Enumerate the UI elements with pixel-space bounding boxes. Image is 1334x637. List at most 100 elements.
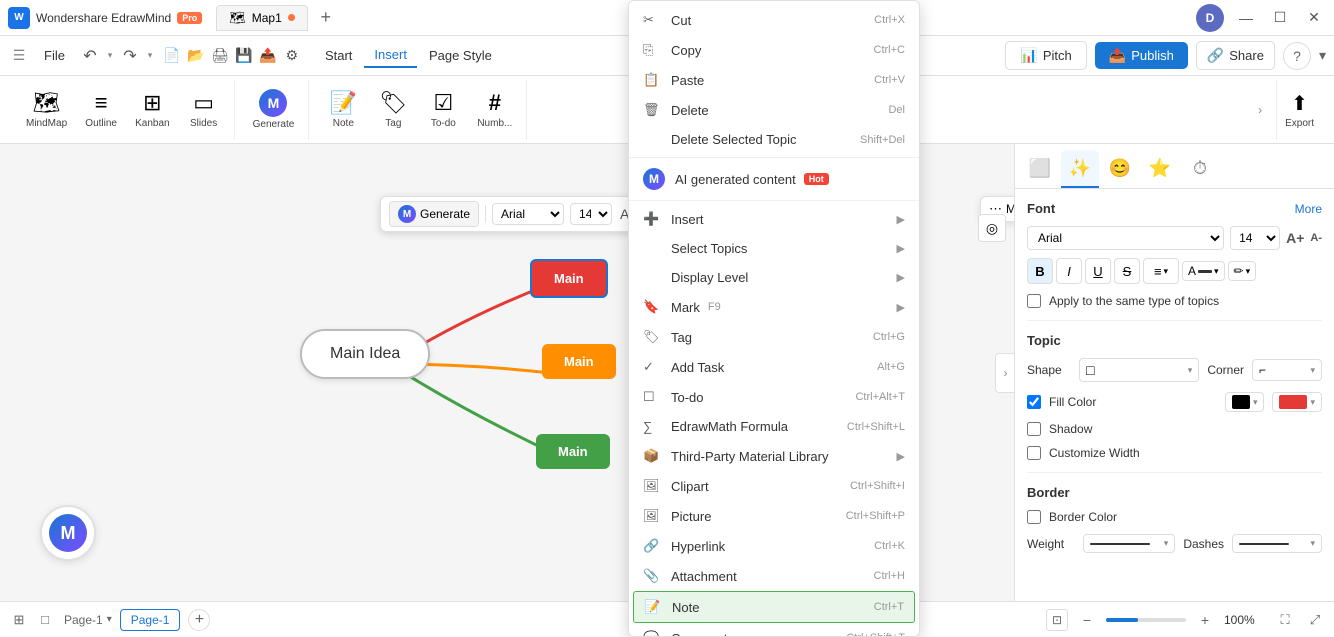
ctx-ai[interactable]: M AI generated content Hot <box>629 161 919 197</box>
todo-btn-ribbon[interactable]: ☑ To-do <box>421 86 465 133</box>
panel-tab-clipart[interactable]: ⭐ <box>1141 150 1179 188</box>
mindmap-btn[interactable]: 🗺 MindMap <box>20 86 73 133</box>
center-node[interactable]: Main Idea <box>300 329 430 379</box>
fit-btn[interactable]: ⊡ <box>1046 609 1068 631</box>
branch-node-3[interactable]: Main <box>536 434 610 469</box>
tab[interactable]: 🗺 Map1 <box>216 5 308 31</box>
publish-button[interactable]: 📤 Publish <box>1095 42 1188 69</box>
more-font-label[interactable]: More <box>1295 202 1322 216</box>
ctx-copy[interactable]: ⎘ Copy Ctrl+C <box>629 35 919 65</box>
shape-select-btn[interactable]: □ ▾ <box>1079 358 1199 382</box>
tag-btn-ribbon[interactable]: 🏷 Tag <box>371 86 415 133</box>
font-decrease-btn[interactable]: A- <box>1310 232 1322 244</box>
export2-btn[interactable]: 📤 <box>257 45 279 67</box>
share-button[interactable]: 🔗 Share <box>1196 41 1275 70</box>
fullscreen-btn[interactable]: ⛶ <box>1274 609 1296 631</box>
menu-item-file[interactable]: File <box>34 44 75 67</box>
slides-btn[interactable]: ▭ Slides <box>182 86 226 133</box>
help-button[interactable]: ? <box>1283 42 1311 70</box>
font-size-panel[interactable]: 14 <box>1230 226 1280 250</box>
branch-node-2[interactable]: Main <box>542 344 616 379</box>
highlight-color-panel[interactable]: ✏▾ <box>1228 261 1257 281</box>
ctx-picture[interactable]: 🖼 Picture Ctrl+Shift+P <box>629 501 919 531</box>
ctx-comment[interactable]: 💬 Comment Ctrl+Shift+T <box>629 623 919 637</box>
generate-toolbar-btn[interactable]: M Generate <box>389 201 479 227</box>
ctx-mark[interactable]: 🔖 Mark F9 ▶ <box>629 292 919 322</box>
number-btn-ribbon[interactable]: # Numb... <box>471 86 518 133</box>
generate-btn-ribbon[interactable]: M Generate <box>247 85 301 134</box>
zoom-out-btn[interactable]: − <box>1076 609 1098 631</box>
save-btn[interactable]: 💾 <box>233 45 255 67</box>
font-family-panel[interactable]: Arial <box>1027 226 1224 250</box>
ctx-display-level[interactable]: Display Level ▶ <box>629 263 919 292</box>
fit-view-btn[interactable]: ⤢ <box>1304 609 1326 631</box>
maximize-button[interactable]: ☐ <box>1268 6 1292 30</box>
add-page-btn[interactable]: + <box>188 609 210 631</box>
strikethrough-btn-panel[interactable]: S <box>1114 258 1140 284</box>
expand-panel-btn[interactable]: › <box>995 353 1014 393</box>
ctx-delete-topic[interactable]: Delete Selected Topic Shift+Del <box>629 125 919 154</box>
user-avatar[interactable]: D <box>1196 4 1224 32</box>
align-btn-panel[interactable]: ≡▾ <box>1143 258 1179 284</box>
add-tab-button[interactable]: + <box>314 6 338 30</box>
font-size-select-toolbar[interactable]: 14 <box>570 203 612 225</box>
underline-btn-panel[interactable]: U <box>1085 258 1111 284</box>
bold-btn-panel[interactable]: B <box>1027 258 1053 284</box>
minimize-button[interactable]: — <box>1234 6 1258 30</box>
menu-page-style[interactable]: Page Style <box>419 44 502 67</box>
shadow-checkbox[interactable] <box>1027 422 1041 436</box>
ctx-note[interactable]: 📝 Note Ctrl+T <box>633 591 915 623</box>
ctx-hyperlink[interactable]: 🔗 Hyperlink Ctrl+K <box>629 531 919 561</box>
new-btn[interactable]: 📄 <box>161 45 183 67</box>
branch-node-1[interactable]: Main <box>530 259 608 298</box>
open-btn[interactable]: 📂 <box>185 45 207 67</box>
ctx-select-topics[interactable]: Select Topics ▶ <box>629 234 919 263</box>
ctx-third-party[interactable]: 📦 Third-Party Material Library ▶ <box>629 441 919 471</box>
redo-button[interactable]: ↷ <box>119 45 141 67</box>
ctx-todo[interactable]: ☐ To-do Ctrl+Alt+T <box>629 382 919 412</box>
ctx-tag[interactable]: 🏷 Tag Ctrl+G <box>629 322 919 352</box>
panel-tab-shape[interactable]: ⬜ <box>1021 150 1059 188</box>
fill-color-btn-1[interactable]: ▾ <box>1225 392 1265 412</box>
dashes-select-btn[interactable]: ▾ <box>1232 534 1322 553</box>
outline-btn[interactable]: ≡ Outline <box>79 86 123 133</box>
font-family-select[interactable]: Arial <box>492 203 564 225</box>
custom-width-checkbox[interactable] <box>1027 446 1041 460</box>
page-tab-active[interactable]: Page-1 <box>120 609 181 631</box>
ctx-delete[interactable]: 🗑 Delete Del <box>629 95 919 125</box>
ctx-edrawmath[interactable]: ∑ EdrawMath Formula Ctrl+Shift+L <box>629 412 919 441</box>
menu-start[interactable]: Start <box>315 44 362 67</box>
apply-same-type-checkbox[interactable] <box>1027 294 1041 308</box>
zoom-slider[interactable] <box>1106 618 1186 622</box>
fill-color-btn-2[interactable]: ▾ <box>1272 392 1322 412</box>
pitch-button[interactable]: 📊 Pitch <box>1005 41 1086 70</box>
panel-tab-style[interactable]: ✨ <box>1061 150 1099 188</box>
fill-color-checkbox[interactable] <box>1027 395 1041 409</box>
panel-tab-emoji[interactable]: 😊 <box>1101 150 1139 188</box>
collapse-sidebar-btn[interactable]: ☰ <box>8 45 30 67</box>
close-button[interactable]: ✕ <box>1302 6 1326 30</box>
status-icon-1[interactable]: ⊞ <box>8 609 30 631</box>
expand-ribbon-btn[interactable]: › <box>1248 98 1272 122</box>
ctx-paste[interactable]: 📋 Paste Ctrl+V <box>629 65 919 95</box>
page-dropdown-icon[interactable]: ▾ <box>107 614 112 625</box>
director-btn[interactable]: ◎ <box>978 214 1006 242</box>
ctx-add-task[interactable]: ✓ Add Task Alt+G <box>629 352 919 382</box>
print-btn[interactable]: 🖨 <box>209 45 231 67</box>
ctx-cut[interactable]: ✂ Cut Ctrl+X <box>629 5 919 35</box>
note-btn-ribbon[interactable]: 📝 Note <box>321 86 365 133</box>
undo-button[interactable]: ↶ <box>79 45 101 67</box>
customize-btn[interactable]: ⚙ <box>281 45 303 67</box>
weight-select-btn[interactable]: ▾ <box>1083 534 1175 553</box>
undo-dropdown[interactable]: ▾ <box>103 45 117 67</box>
kanban-btn[interactable]: ⊞ Kanban <box>129 86 175 133</box>
font-color-panel[interactable]: A▾ <box>1182 261 1225 281</box>
redo-dropdown[interactable]: ▾ <box>143 45 157 67</box>
border-color-checkbox[interactable] <box>1027 510 1041 524</box>
status-icon-2[interactable]: □ <box>34 609 56 631</box>
zoom-in-btn[interactable]: + <box>1194 609 1216 631</box>
ctx-insert[interactable]: ➕ Insert ▶ <box>629 204 919 234</box>
italic-btn-panel[interactable]: I <box>1056 258 1082 284</box>
menu-insert[interactable]: Insert <box>364 43 417 68</box>
expand-btn[interactable]: ▾ <box>1319 47 1326 64</box>
